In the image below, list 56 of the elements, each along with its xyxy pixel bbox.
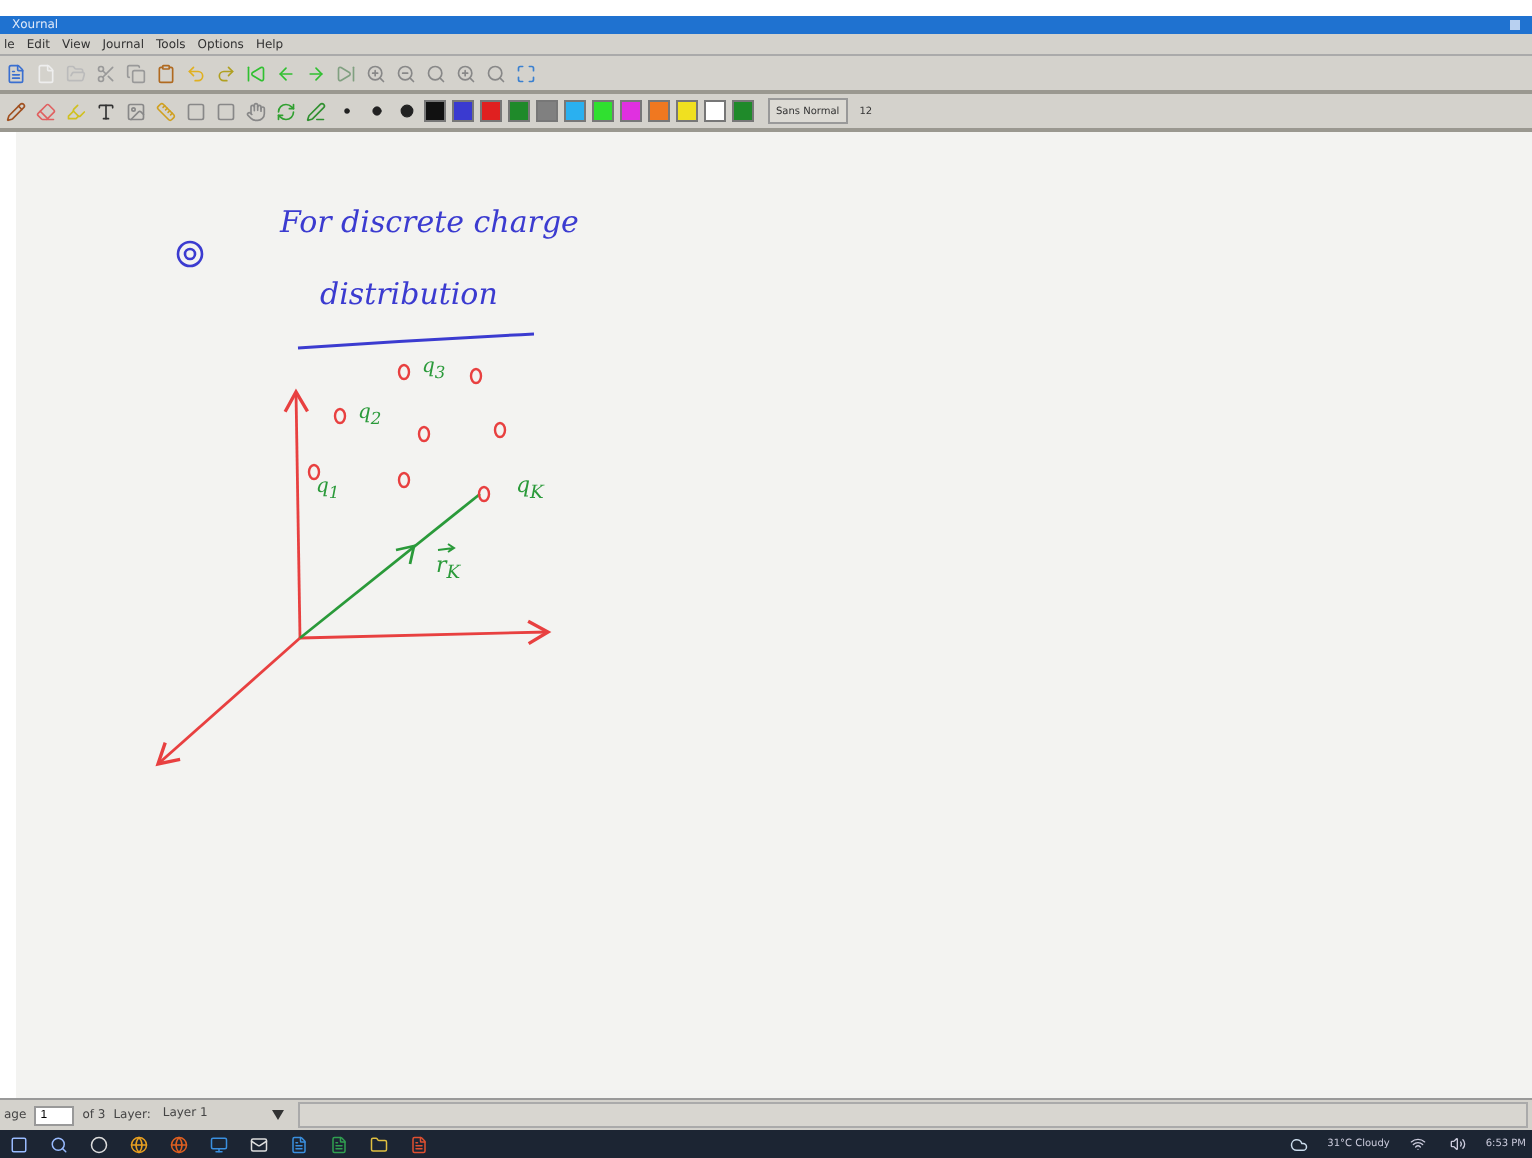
color-swatch[interactable] bbox=[508, 100, 530, 122]
handwritten-text: q$_{2}$ bbox=[358, 402, 382, 428]
monitor-icon[interactable] bbox=[206, 1132, 230, 1156]
document-icon[interactable] bbox=[326, 1132, 350, 1156]
zoom-in-icon[interactable] bbox=[454, 61, 478, 85]
color-swatch[interactable] bbox=[564, 100, 586, 122]
globe-icon[interactable] bbox=[126, 1132, 150, 1156]
folder-icon[interactable] bbox=[366, 1132, 390, 1156]
handwritten-text: q$_{K}$ bbox=[516, 472, 544, 505]
mail-icon[interactable] bbox=[246, 1132, 270, 1156]
zoom-in-icon[interactable] bbox=[364, 61, 388, 85]
arrow-right-icon[interactable] bbox=[304, 61, 328, 85]
color-swatch[interactable] bbox=[648, 100, 670, 122]
redo-icon[interactable] bbox=[214, 61, 238, 85]
color-swatch[interactable] bbox=[676, 100, 698, 122]
new-document-icon[interactable] bbox=[4, 61, 28, 85]
square-icon[interactable] bbox=[214, 99, 238, 123]
document-icon[interactable] bbox=[406, 1132, 430, 1156]
circle-icon[interactable] bbox=[86, 1132, 110, 1156]
hand-icon[interactable] bbox=[244, 99, 268, 123]
blank-page-icon[interactable] bbox=[34, 61, 58, 85]
handwritten-text: q$_{3}$ bbox=[422, 356, 446, 382]
pencil-icon[interactable] bbox=[4, 99, 28, 123]
color-swatch[interactable] bbox=[424, 100, 446, 122]
color-swatch[interactable] bbox=[732, 100, 754, 122]
clipboard-icon[interactable] bbox=[154, 61, 178, 85]
copy-icon[interactable] bbox=[124, 61, 148, 85]
text-tool-icon[interactable] bbox=[94, 99, 118, 123]
eraser-icon[interactable] bbox=[34, 99, 58, 123]
color-swatch[interactable] bbox=[704, 100, 726, 122]
ruler-icon[interactable] bbox=[154, 99, 178, 123]
handwritten-text: r$_{K}$ bbox=[436, 552, 461, 585]
square-icon[interactable] bbox=[184, 99, 208, 123]
document-icon[interactable] bbox=[286, 1132, 310, 1156]
vector-arrow-icon bbox=[437, 543, 456, 553]
color-swatch[interactable] bbox=[452, 100, 474, 122]
color-swatch[interactable] bbox=[620, 100, 642, 122]
color-swatch[interactable] bbox=[592, 100, 614, 122]
speaker-icon[interactable] bbox=[1445, 1132, 1470, 1156]
arrow-left-icon[interactable] bbox=[274, 61, 298, 85]
fullscreen-icon[interactable] bbox=[514, 61, 538, 85]
last-page-icon[interactable] bbox=[334, 61, 358, 85]
color-swatch[interactable] bbox=[480, 100, 502, 122]
globe-icon[interactable] bbox=[166, 1132, 190, 1156]
undo-icon[interactable] bbox=[184, 61, 208, 85]
zoom-out-icon[interactable] bbox=[394, 61, 418, 85]
search-icon[interactable] bbox=[46, 1132, 70, 1156]
refresh-icon[interactable] bbox=[274, 99, 298, 123]
windows-icon[interactable] bbox=[6, 1132, 30, 1156]
handwritten-text: distribution bbox=[320, 276, 498, 312]
bullet-icon bbox=[176, 240, 204, 268]
handwritten-text: For discrete charge bbox=[280, 204, 579, 240]
color-swatch[interactable] bbox=[536, 100, 558, 122]
first-page-icon[interactable] bbox=[244, 61, 268, 85]
scissors-icon[interactable] bbox=[94, 61, 118, 85]
handwritten-text: q$_{1}$ bbox=[316, 476, 340, 502]
